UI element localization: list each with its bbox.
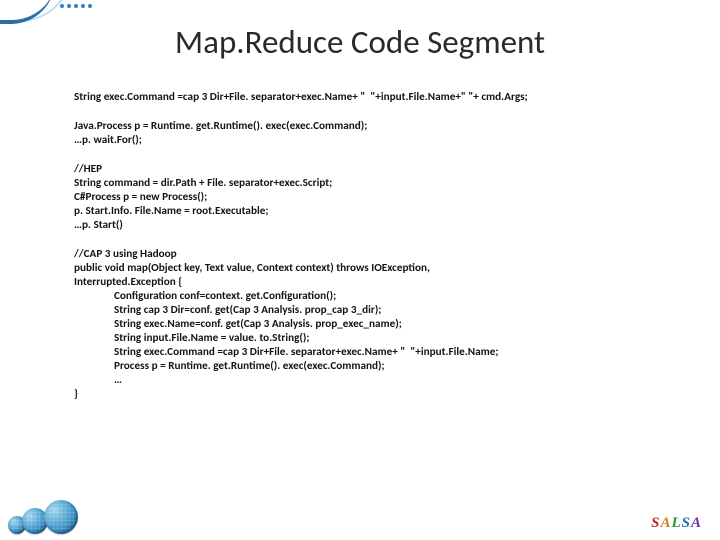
code-text: C#Process p = new Process(); xyxy=(74,190,207,204)
code-text: String cap 3 Dir=conf. get(Cap 3 Analysi… xyxy=(74,303,670,317)
code-text: p. Start.Info. File.Name = root.Executab… xyxy=(74,204,268,218)
brand-letter: A xyxy=(660,515,671,531)
code-line: String exec.Command =cap 3 Dir+File. sep… xyxy=(74,90,670,104)
code-text: String exec.Command =cap 3 Dir+File. sep… xyxy=(74,90,528,104)
code-block-cap3: //CAP 3 using Hadoop public void map(Obj… xyxy=(74,247,670,401)
code-text: } xyxy=(74,387,78,401)
code-block-hep: //HEP String command = dir.Path + File. … xyxy=(74,162,670,232)
code-text: Process p = Runtime. get.Runtime(). exec… xyxy=(74,359,670,373)
slide: Map.Reduce Code Segment String exec.Comm… xyxy=(0,0,720,540)
code-text: String command = dir.Path + File. separa… xyxy=(74,176,332,190)
code-text: //HEP xyxy=(74,162,102,176)
salsa-brand: SALSA xyxy=(651,515,702,532)
slide-title: Map.Reduce Code Segment xyxy=(0,22,720,62)
code-block-java: Java.Process p = Runtime. get.Runtime().… xyxy=(74,119,670,147)
globe-icon xyxy=(44,500,78,534)
code-text: … xyxy=(74,373,670,387)
brand-letter: L xyxy=(671,515,681,531)
code-text: String exec.Name=conf. get(Cap 3 Analysi… xyxy=(74,317,670,331)
code-text: public void map(Object key, Text value, … xyxy=(74,261,430,275)
code-text: Java.Process p = Runtime. get.Runtime().… xyxy=(74,119,367,133)
footer-globes-decoration xyxy=(8,500,74,534)
code-text: String input.File.Name = value. to.Strin… xyxy=(74,331,670,345)
code-body: String exec.Command =cap 3 Dir+File. sep… xyxy=(74,90,670,401)
code-text: …p. Start() xyxy=(74,218,123,232)
code-text: Interrupted.Exception { xyxy=(74,275,182,289)
code-text: //CAP 3 using Hadoop xyxy=(74,247,177,261)
code-text: …p. wait.For(); xyxy=(74,133,142,147)
code-text: Configuration conf=context. get.Configur… xyxy=(74,289,670,303)
code-text: String exec.Command =cap 3 Dir+File. sep… xyxy=(74,345,670,359)
brand-letter: S xyxy=(682,515,691,531)
brand-letter: A xyxy=(691,515,702,531)
